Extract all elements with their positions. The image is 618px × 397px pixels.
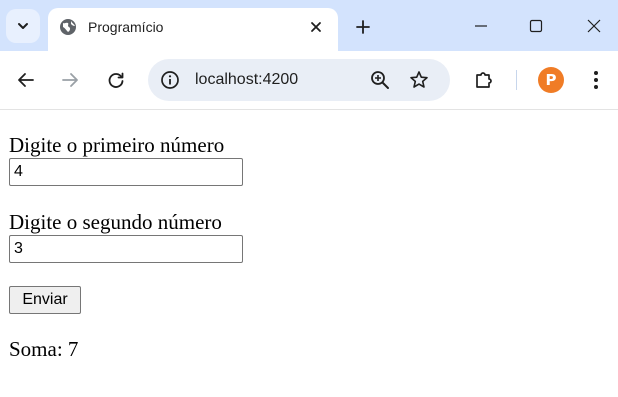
star-icon — [410, 71, 428, 88]
tab-search-button[interactable] — [6, 9, 40, 43]
forward-button[interactable] — [56, 66, 84, 94]
first-number-input[interactable] — [9, 158, 243, 186]
chevron-down-icon — [18, 23, 28, 29]
profile-avatar[interactable]: P — [538, 67, 564, 93]
address-bar-url[interactable]: localhost:4200 — [195, 70, 298, 90]
submit-button[interactable]: Enviar — [9, 286, 81, 314]
sum-result: Soma: 7 — [9, 337, 78, 361]
close-icon — [311, 22, 321, 32]
tab-close-button[interactable] — [304, 15, 328, 39]
tab-strip: Programício — [0, 0, 618, 51]
more-vertical-icon — [594, 71, 598, 89]
toolbar-divider — [516, 70, 517, 90]
second-number-input[interactable] — [9, 235, 243, 263]
puzzle-icon — [476, 72, 492, 88]
globe-icon — [60, 19, 76, 35]
address-bar[interactable]: localhost:4200 — [148, 59, 450, 101]
tab-title: Programício — [88, 19, 164, 35]
maximize-icon — [529, 19, 543, 33]
maximize-button[interactable] — [521, 12, 551, 40]
zoom-in-icon — [371, 71, 389, 89]
reload-button[interactable] — [102, 66, 130, 94]
minimize-icon — [475, 25, 487, 27]
site-info-icon[interactable] — [160, 70, 180, 90]
close-icon — [587, 19, 601, 33]
forward-arrow-icon — [62, 73, 78, 87]
back-arrow-icon — [18, 73, 34, 87]
sum-value: 7 — [67, 337, 79, 361]
minimize-button[interactable] — [466, 12, 496, 40]
new-tab-button[interactable] — [350, 14, 376, 40]
extensions-button[interactable] — [470, 66, 498, 94]
zoom-button[interactable] — [368, 68, 392, 92]
page-content: Digite o primeiro número Digite o segund… — [0, 110, 618, 397]
second-number-label: Digite o segundo número — [9, 210, 222, 234]
first-number-label: Digite o primeiro número — [9, 133, 225, 157]
browser-toolbar: localhost:4200 P — [0, 51, 618, 110]
active-tab[interactable]: Programício — [48, 8, 338, 51]
bookmark-button[interactable] — [407, 68, 431, 92]
plus-icon — [356, 20, 370, 34]
menu-button[interactable] — [582, 66, 610, 94]
avatar-letter: P — [545, 70, 557, 89]
reload-icon — [108, 72, 124, 88]
window-close-button[interactable] — [579, 12, 609, 40]
back-button[interactable] — [12, 66, 40, 94]
sum-label: Soma: — [9, 337, 63, 361]
